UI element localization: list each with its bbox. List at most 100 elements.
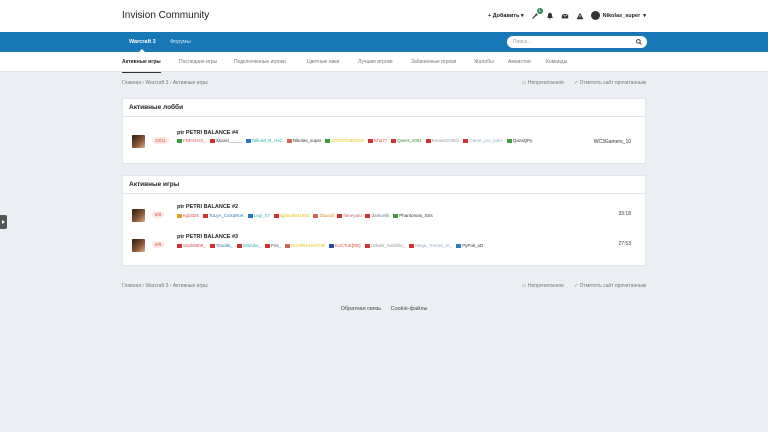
game-name[interactable]: ptr PETRI BALANCE #3 <box>177 234 238 240</box>
game-name[interactable]: ptr PETRI BALANCE #2 <box>177 204 238 210</box>
lobby-row[interactable]: 10/11 ptr PETRI BALANCE #4 FRESH23_ iMpak… <box>123 117 645 163</box>
subtab-teams[interactable]: Команды <box>546 52 567 72</box>
crumb-warcraft3[interactable]: Warcraft 3 <box>145 283 168 289</box>
slots-badge: 10/11 <box>152 137 169 144</box>
mark-read-link[interactable]: ✓ Отметить сайт прочитанным <box>574 283 646 289</box>
game-row[interactable]: 9/9 ptr PETRI BALANCE #3 Starkk809_ Timol… <box>123 230 645 260</box>
player-name[interactable]: TalkoM_B_HoC <box>245 137 283 145</box>
game-name[interactable]: ptr PETRI BALANCE #4 <box>177 130 238 136</box>
player-name[interactable]: darkcelik <box>365 212 389 220</box>
breadcrumb-bottom: Главная › Warcraft 3 › Активные игры <box>122 283 208 289</box>
mark-read-label: Отметить сайт прочитанным <box>579 80 646 86</box>
game-avatar <box>132 135 145 148</box>
flag-icon <box>286 139 292 143</box>
add-button[interactable]: + Добавить ▾ <box>488 13 524 19</box>
game-row[interactable]: 8/8 ptr PETRI BALANCE #2 egl2026 ToLyA_Ca… <box>123 200 645 230</box>
player-name[interactable]: Fris_ <box>265 242 281 250</box>
subtab-amnesty[interactable]: Амнистии <box>508 52 531 72</box>
player-name[interactable]: Mega_Tron15_tS_ <box>409 242 452 250</box>
crumb-warcraft3[interactable]: Warcraft 3 <box>145 80 168 86</box>
player-name[interactable]: KOHRHA3ATOR <box>285 242 325 250</box>
subtab-colored-nicks[interactable]: Цветные ники <box>307 52 339 72</box>
player-name[interactable]: ToLyA_CaXaRoK <box>203 212 244 220</box>
flag-icon <box>245 139 251 143</box>
flag-icon <box>209 139 215 143</box>
player-label: iMpakt_____ <box>215 138 242 143</box>
feedback-link[interactable]: Обратная связь <box>341 306 382 312</box>
envelope-icon[interactable] <box>561 12 569 20</box>
warning-icon[interactable] <box>576 12 584 20</box>
player-name[interactable]: KoCTuK[RB] <box>328 242 361 250</box>
player-name[interactable]: QazaQPy <box>506 137 532 145</box>
player-name[interactable]: Nikolas_super <box>286 137 321 145</box>
main-nav: Warcraft 3 Форумы Поиск... <box>0 32 768 52</box>
player-name[interactable]: FRESH23_ <box>177 137 206 145</box>
user-menu[interactable]: Nikolas_super ▾ <box>590 11 646 20</box>
flag-icon <box>393 214 399 218</box>
player-name[interactable]: egl2026 <box>177 212 199 220</box>
player-label: Starkk809_ <box>183 243 206 248</box>
flag-icon <box>273 214 279 218</box>
site-logo[interactable]: Invision Community <box>122 10 209 21</box>
crumb-home[interactable]: Главная <box>122 80 141 86</box>
flag-icon <box>456 244 462 248</box>
player-name[interactable]: Timolla_ <box>209 242 233 250</box>
player-name[interactable]: PyPok_xD <box>456 242 483 250</box>
flag-icon <box>365 214 371 218</box>
player-name[interactable]: ZOLOTO3ESSS <box>325 137 364 145</box>
flag-icon <box>368 139 374 143</box>
player-name[interactable]: Qwert_1001 <box>391 137 422 145</box>
tools-icon[interactable]: 1 <box>531 7 543 20</box>
subtab-complaints[interactable]: Жалобы <box>474 52 494 72</box>
player-name[interactable]: Game_pro_pidrs <box>463 137 503 145</box>
lobbies-title: Активные лобби <box>123 99 645 117</box>
search-icon[interactable] <box>636 39 642 45</box>
add-label: Добавить <box>492 12 520 19</box>
username: Nikolas_super <box>602 12 641 19</box>
player-name[interactable]: Daxndl <box>313 212 333 220</box>
player-label: Uzbekl_Nalshils_ <box>370 243 406 248</box>
flag-icon <box>463 139 469 143</box>
mark-read-link[interactable]: ✓ Отметить сайт прочитанным <box>574 80 646 86</box>
player-name[interactable]: Phantomas_SSs <box>393 212 433 220</box>
player-label: TalkoM_B_HoC <box>251 138 283 143</box>
unread-link[interactable]: ▭ Непрочитанное <box>522 80 564 86</box>
player-name[interactable]: himeyalo <box>337 212 361 220</box>
sidebar-toggle[interactable] <box>0 215 7 229</box>
subtab-recent-games[interactable]: Последние игры <box>179 52 217 72</box>
player-list: FRESH23_ iMpakt_____ TalkoM_B_HoC Nikolas_s… <box>177 137 587 145</box>
search-input[interactable]: Поиск... <box>507 36 647 48</box>
slots-badge: 9/9 <box>152 241 165 248</box>
player-label: KOHRHA3ATOR <box>291 243 325 248</box>
player-name[interactable]: Shkhike_ <box>236 242 261 250</box>
subtab-connected-players[interactable]: Подключенные игроки <box>234 52 286 72</box>
cookies-link[interactable]: Cookie-файлы <box>391 306 428 312</box>
player-name[interactable]: iMpakt_____ <box>209 137 242 145</box>
player-label: Phantomas_SSs <box>399 213 433 218</box>
subtab-best-players[interactable]: Лучшие игроки <box>358 52 393 72</box>
top-header: Invision Community + Добавить ▾ 1 Nikola… <box>0 0 768 32</box>
mark-read-label: Отметить сайт прочитанным <box>579 283 646 289</box>
unread-label: Непрочитанное <box>527 80 564 86</box>
player-label: ToLyA_CaXaRoK <box>209 213 244 218</box>
player-label: himeyalo <box>343 213 362 218</box>
player-name[interactable]: KnowsSO591 <box>425 137 459 145</box>
crumb-home[interactable]: Главная <box>122 283 141 289</box>
player-name[interactable]: Kha77 <box>368 137 387 145</box>
player-label: KoCTuK[RB] <box>334 243 361 248</box>
player-label: egl2026 <box>183 213 200 218</box>
player-name[interactable]: Legi_07 <box>247 212 270 220</box>
subtab-banned-players[interactable]: Забаненные игроки <box>411 52 456 72</box>
bell-icon[interactable] <box>546 12 554 20</box>
player-label: Mega_Tron15_tS_ <box>415 243 453 248</box>
player-label: Qwert_1001 <box>397 138 422 143</box>
player-label: Timolla_ <box>215 243 233 248</box>
unread-link[interactable]: ▭ Непрочитанное <box>522 283 564 289</box>
sub-nav: Активные игры Последние игры Подключенны… <box>0 52 768 73</box>
subtab-active-games[interactable]: Активные игры <box>122 52 161 73</box>
player-name[interactable]: Uzbekl_Nalshils_ <box>364 242 406 250</box>
player-name[interactable]: Starkk809_ <box>177 242 206 250</box>
tab-warcraft3[interactable]: Warcraft 3 <box>129 32 156 52</box>
tab-forums[interactable]: Форумы <box>170 32 191 52</box>
player-name[interactable]: lightsaber1983 <box>273 212 309 220</box>
